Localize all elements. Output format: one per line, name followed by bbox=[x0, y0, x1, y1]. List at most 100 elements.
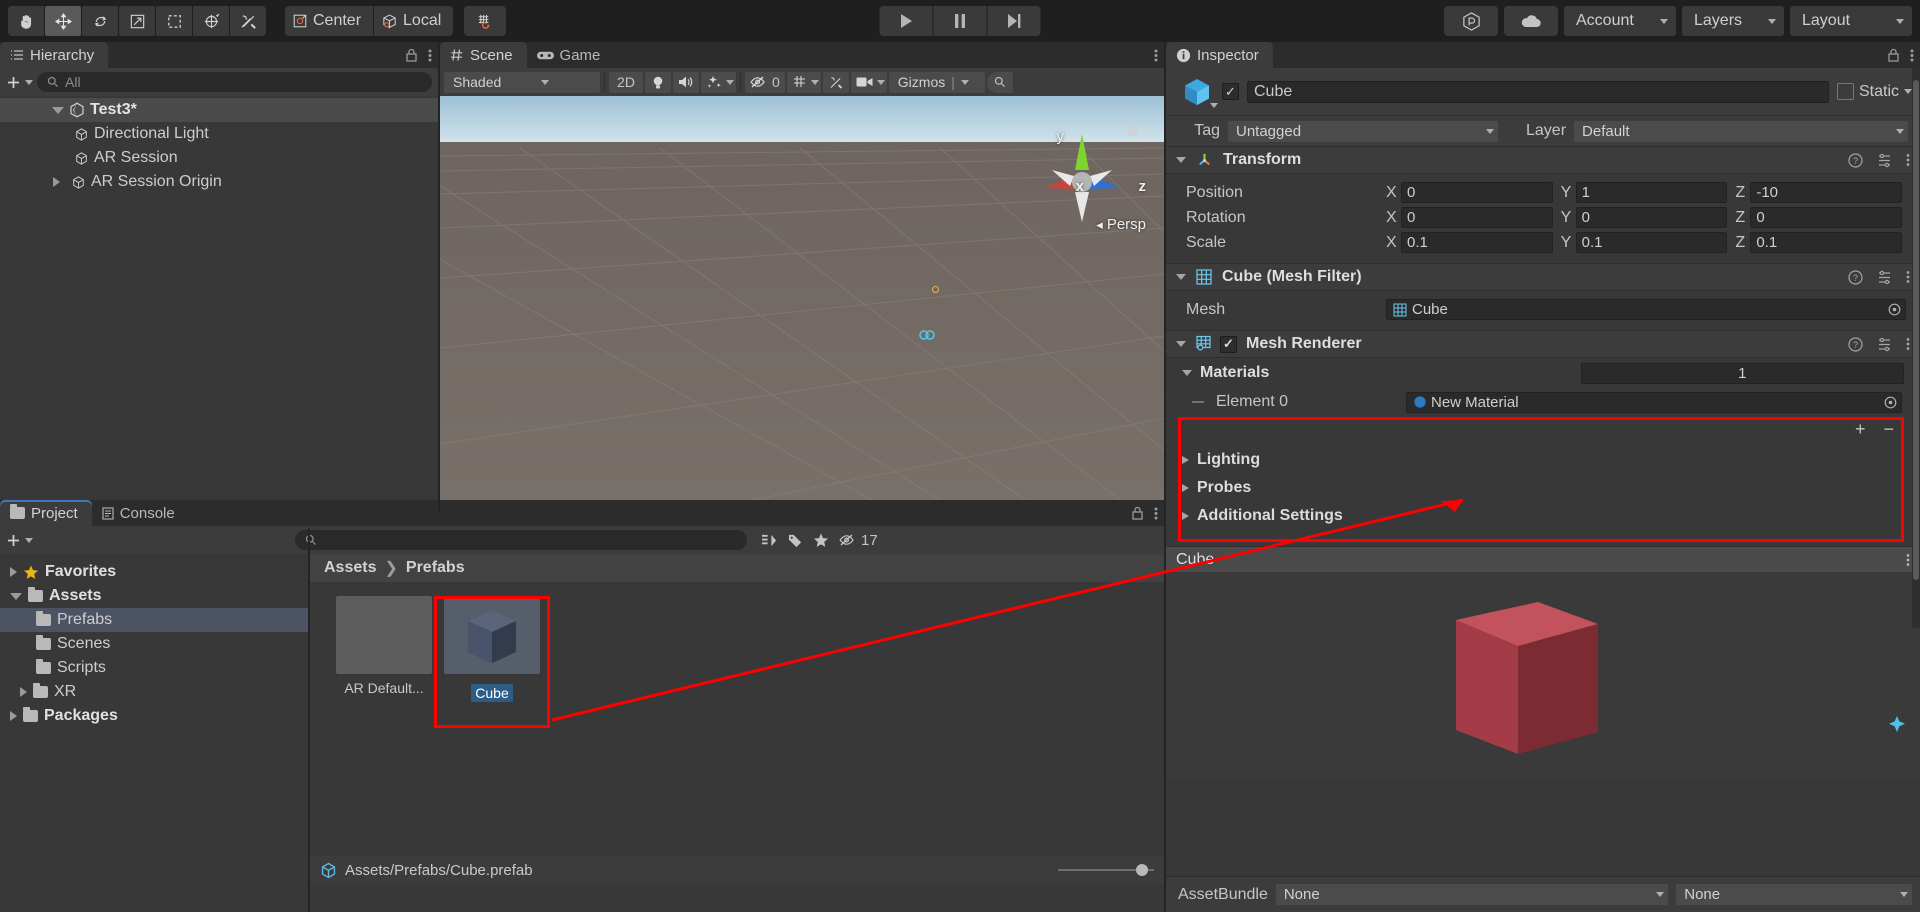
chevron-down-icon[interactable] bbox=[10, 592, 22, 600]
tree-item-assets[interactable]: Assets bbox=[0, 584, 310, 608]
grid-snapping-button[interactable] bbox=[464, 6, 507, 36]
hierarchy-search-input[interactable]: All bbox=[37, 72, 432, 92]
object-picker-icon[interactable] bbox=[1884, 396, 1897, 409]
scene-search-input[interactable] bbox=[986, 71, 1013, 93]
static-checkbox[interactable] bbox=[1836, 83, 1854, 100]
scale-z-input[interactable]: 0.1 bbox=[1750, 232, 1903, 253]
tab-inspector[interactable]: Inspector bbox=[1166, 42, 1273, 68]
help-icon[interactable]: ? bbox=[1848, 152, 1863, 168]
kebab-menu-icon[interactable] bbox=[1906, 153, 1910, 167]
chevron-down-icon[interactable] bbox=[1176, 341, 1186, 347]
shading-mode-dropdown[interactable]: Shaded bbox=[444, 71, 600, 93]
kebab-menu-icon[interactable] bbox=[1906, 337, 1910, 351]
layout-dropdown[interactable]: Layout bbox=[1790, 6, 1912, 36]
account-dropdown[interactable]: Account bbox=[1564, 6, 1676, 36]
collab-icon[interactable] bbox=[1444, 6, 1498, 36]
filter-type-icon[interactable] bbox=[761, 533, 778, 548]
chevron-right-icon[interactable] bbox=[20, 687, 27, 697]
2d-toggle-button[interactable]: 2D bbox=[609, 71, 643, 93]
hierarchy-item-ar-session-origin[interactable]: AR Session Origin bbox=[0, 170, 438, 194]
chevron-right-icon[interactable] bbox=[10, 567, 17, 577]
tag-dropdown[interactable]: Untagged bbox=[1228, 120, 1498, 142]
mesh-object-field[interactable]: Cube bbox=[1386, 299, 1906, 320]
kebab-menu-icon[interactable] bbox=[1154, 506, 1158, 521]
component-header-mesh-renderer[interactable]: ✓ Mesh Renderer ? bbox=[1166, 330, 1920, 358]
drag-handle-icon[interactable] bbox=[1190, 397, 1206, 407]
rotation-z-input[interactable]: 0 bbox=[1750, 207, 1903, 228]
chevron-down-icon[interactable] bbox=[810, 79, 819, 85]
scale-y-input[interactable]: 0.1 bbox=[1575, 232, 1728, 253]
position-y-input[interactable]: 1 bbox=[1575, 182, 1728, 203]
project-hidden-toggle[interactable]: 17 bbox=[839, 532, 878, 549]
materials-count-input[interactable]: 1 bbox=[1580, 362, 1904, 384]
scene-grid-button[interactable] bbox=[786, 71, 821, 93]
tab-game[interactable]: Game bbox=[527, 42, 615, 68]
hand-tool-button[interactable] bbox=[8, 6, 44, 36]
breadcrumb-assets[interactable]: Assets bbox=[324, 559, 376, 577]
chevron-down-icon[interactable] bbox=[1904, 89, 1912, 94]
chevron-right-icon[interactable] bbox=[1182, 456, 1189, 464]
scene-camera-gizmo[interactable] bbox=[918, 328, 936, 342]
asset-item-ar-default[interactable]: AR Default... bbox=[336, 596, 432, 706]
chevron-down-icon[interactable] bbox=[1210, 102, 1218, 108]
scene-visibility-button[interactable]: 0 bbox=[745, 71, 785, 93]
chevron-right-icon[interactable] bbox=[10, 711, 17, 721]
transform-tool-button[interactable] bbox=[193, 6, 229, 36]
chevron-down-icon[interactable] bbox=[52, 106, 64, 114]
tab-project[interactable]: Project bbox=[0, 500, 92, 526]
asset-item-cube[interactable]: Cube bbox=[444, 596, 540, 706]
scale-tool-button[interactable] bbox=[119, 6, 155, 36]
scene-light-gizmo[interactable] bbox=[932, 286, 939, 293]
star-icon[interactable] bbox=[813, 533, 829, 548]
preset-icon[interactable] bbox=[1877, 270, 1892, 285]
move-tool-button[interactable] bbox=[45, 6, 81, 36]
hierarchy-item-directional-light[interactable]: Directional Light bbox=[0, 122, 438, 146]
lock-icon[interactable] bbox=[405, 48, 418, 62]
scene-viewport[interactable]: y x z ◂ Persp bbox=[440, 96, 1164, 538]
pivot-mode-button[interactable]: Center bbox=[285, 6, 374, 36]
tree-item-scripts[interactable]: Scripts bbox=[0, 656, 310, 680]
chevron-down-icon[interactable] bbox=[1176, 274, 1186, 280]
tab-console[interactable]: Console bbox=[92, 500, 189, 526]
gameobject-enabled-checkbox[interactable]: ✓ bbox=[1222, 83, 1239, 100]
assetbundle-variant-dropdown[interactable]: None bbox=[1676, 884, 1912, 905]
step-button[interactable] bbox=[987, 6, 1041, 36]
scene-projection-label[interactable]: ◂ Persp bbox=[1096, 216, 1146, 233]
rotation-x-input[interactable]: 0 bbox=[1401, 207, 1553, 228]
position-z-input[interactable]: -10 bbox=[1750, 182, 1903, 203]
chevron-right-icon[interactable] bbox=[53, 177, 60, 187]
scene-camera-button[interactable] bbox=[850, 71, 887, 93]
scene-lighting-button[interactable] bbox=[645, 71, 671, 93]
pause-button[interactable] bbox=[933, 6, 987, 36]
section-additional-settings[interactable]: Additional Settings bbox=[1166, 502, 1920, 530]
kebab-menu-icon[interactable] bbox=[428, 48, 432, 63]
chevron-down-icon[interactable] bbox=[1176, 157, 1186, 163]
preview-lighting-icon[interactable] bbox=[1886, 714, 1908, 740]
assetbundle-dropdown[interactable]: None bbox=[1275, 884, 1669, 905]
inspector-scrollbar-thumb[interactable] bbox=[1913, 80, 1919, 580]
preset-icon[interactable] bbox=[1877, 153, 1892, 168]
section-probes[interactable]: Probes bbox=[1166, 474, 1920, 502]
inspector-scrollbar-track[interactable] bbox=[1912, 68, 1920, 628]
project-create-button[interactable] bbox=[6, 533, 33, 548]
tab-scene[interactable]: Scene bbox=[440, 42, 527, 68]
cloud-icon[interactable] bbox=[1504, 6, 1558, 36]
rotation-y-input[interactable]: 0 bbox=[1575, 207, 1728, 228]
tree-item-prefabs[interactable]: Prefabs bbox=[0, 608, 310, 632]
play-button[interactable] bbox=[879, 6, 933, 36]
hierarchy-create-button[interactable] bbox=[6, 75, 33, 90]
scene-tools-button[interactable] bbox=[822, 71, 849, 93]
lock-icon[interactable] bbox=[1131, 506, 1144, 520]
hierarchy-item-scene[interactable]: Test3* bbox=[0, 98, 438, 122]
mesh-renderer-enabled-checkbox[interactable]: ✓ bbox=[1220, 335, 1237, 353]
static-toggle[interactable]: Static bbox=[1836, 83, 1912, 101]
help-icon[interactable]: ? bbox=[1848, 269, 1863, 285]
scene-fx-button[interactable] bbox=[701, 71, 736, 93]
layers-dropdown[interactable]: Layers bbox=[1682, 6, 1784, 36]
rect-tool-button[interactable] bbox=[156, 6, 192, 36]
preview-area[interactable] bbox=[1166, 572, 1920, 780]
project-search-input[interactable] bbox=[295, 530, 747, 550]
chevron-right-icon[interactable] bbox=[1182, 484, 1189, 492]
chevron-down-icon[interactable] bbox=[876, 79, 885, 85]
gizmos-dropdown[interactable]: Gizmos | bbox=[888, 71, 985, 93]
